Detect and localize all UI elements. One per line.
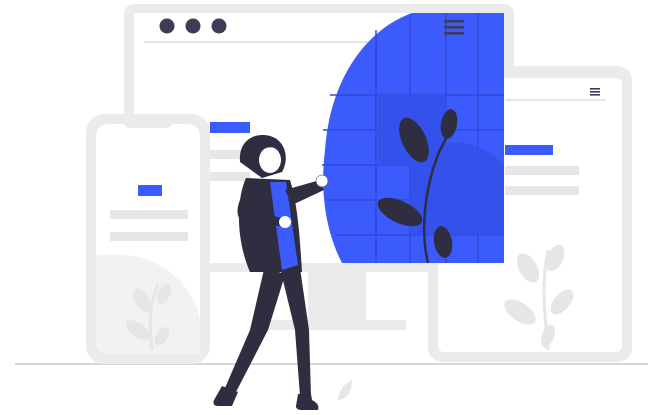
right-shoe [296,394,319,410]
phone-accent-bar [138,185,162,196]
monitor-accent-bar [210,122,250,133]
phone-placeholder-line [110,232,188,241]
illustration-scene [0,0,648,415]
raised-hand [315,174,329,188]
tablet-placeholder-line [505,166,579,175]
leaf-plant-icon [338,380,352,400]
face [259,147,281,173]
hamburger-menu-icon [590,88,600,96]
phone-placeholder-line [110,210,188,219]
right-leg [280,268,311,396]
tablet-placeholder-line [505,186,579,195]
illustration-svg [15,4,648,410]
monitor-neck [308,272,366,320]
tablet-accent-bar [505,145,553,155]
hamburger-menu-icon [444,20,464,35]
phone-device [86,114,210,364]
monitor-base [268,320,406,330]
window-dots-icon [159,18,227,34]
phone-notch [124,118,172,128]
lower-hand [279,216,291,228]
monitor-placeholder-line [210,172,250,181]
